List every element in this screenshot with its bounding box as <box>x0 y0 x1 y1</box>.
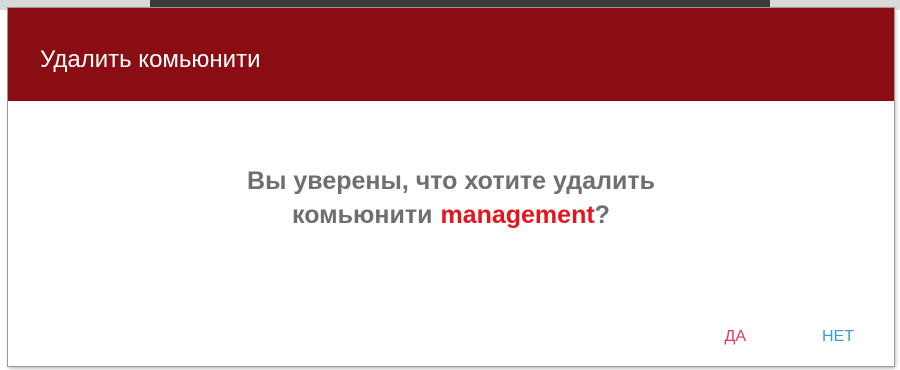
dialog-header: Удалить комьюнити <box>8 8 894 101</box>
community-name: management <box>440 201 595 229</box>
yes-button[interactable]: ДА <box>714 322 756 352</box>
dialog-title: Удалить комьюнити <box>40 46 261 73</box>
delete-community-dialog: Удалить комьюнити Вы уверены, что хотите… <box>8 8 894 366</box>
dialog-body: Вы уверены, что хотите удалить комьюнити… <box>8 101 894 366</box>
message-line-1: Вы уверены, что хотите удалить <box>247 167 655 195</box>
confirmation-message: Вы уверены, что хотите удалить комьюнити… <box>8 164 894 232</box>
dialog-actions: ДА НЕТ <box>714 322 864 352</box>
message-prefix: комьюнити <box>292 201 433 229</box>
no-button[interactable]: НЕТ <box>812 322 864 352</box>
message-line-2: комьюнити management? <box>8 198 894 232</box>
message-suffix: ? <box>594 201 610 229</box>
